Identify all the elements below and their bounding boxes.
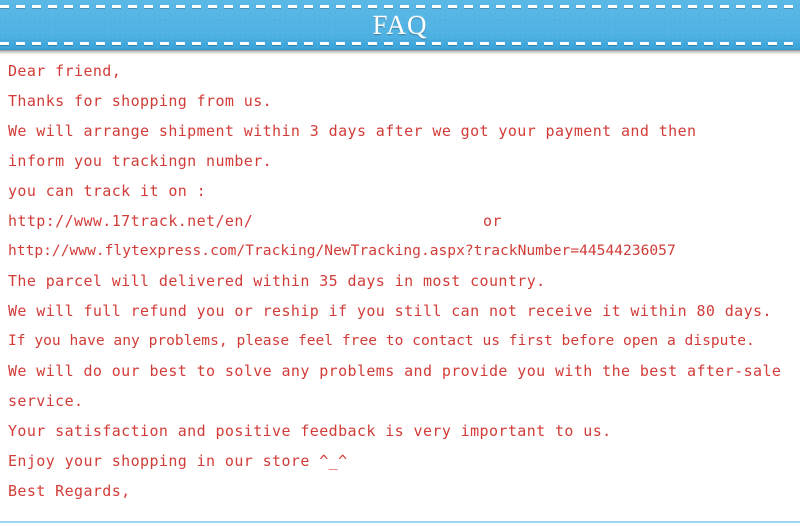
faq-line-greeting: Dear friend, — [8, 62, 122, 80]
faq-line-refund-policy: We will full refund you or reship if you… — [8, 302, 772, 320]
faq-line-track-url-1: http://www.17track.net/en/or — [0, 206, 800, 236]
faq-line-dispute-note: If you have any problems, please feel fr… — [8, 332, 755, 349]
faq-line-shipping-time: We will arrange shipment within 3 days a… — [8, 122, 697, 140]
faq-header-banner: FAQ — [0, 0, 800, 50]
faq-body-text: Dear friend, Thanks for shopping from us.… — [0, 56, 800, 506]
faq-line-support-2: service. — [8, 392, 84, 410]
faq-line-track-intro: you can track it on : — [8, 182, 207, 200]
faq-line-enjoy: Enjoy your shopping in our store ^_^ — [8, 452, 348, 470]
faq-line-track-url-1-trailing: or — [483, 212, 502, 230]
page-title: FAQ — [372, 10, 428, 40]
faq-line-inform: inform you trackingn number. — [8, 152, 273, 170]
faq-line-signoff: Best Regards, — [8, 482, 131, 500]
footer-divider-rule — [0, 521, 800, 523]
faq-line-track-url-2: http://www.flytexpress.com/Tracking/NewT… — [8, 242, 676, 259]
faq-line-feedback: Your satisfaction and positive feedback … — [8, 422, 612, 440]
faq-line-support-1: We will do our best to solve any problem… — [8, 362, 782, 380]
faq-line-delivery-time: The parcel will delivered within 35 days… — [8, 272, 546, 290]
faq-line-thanks: Thanks for shopping from us. — [8, 92, 273, 110]
